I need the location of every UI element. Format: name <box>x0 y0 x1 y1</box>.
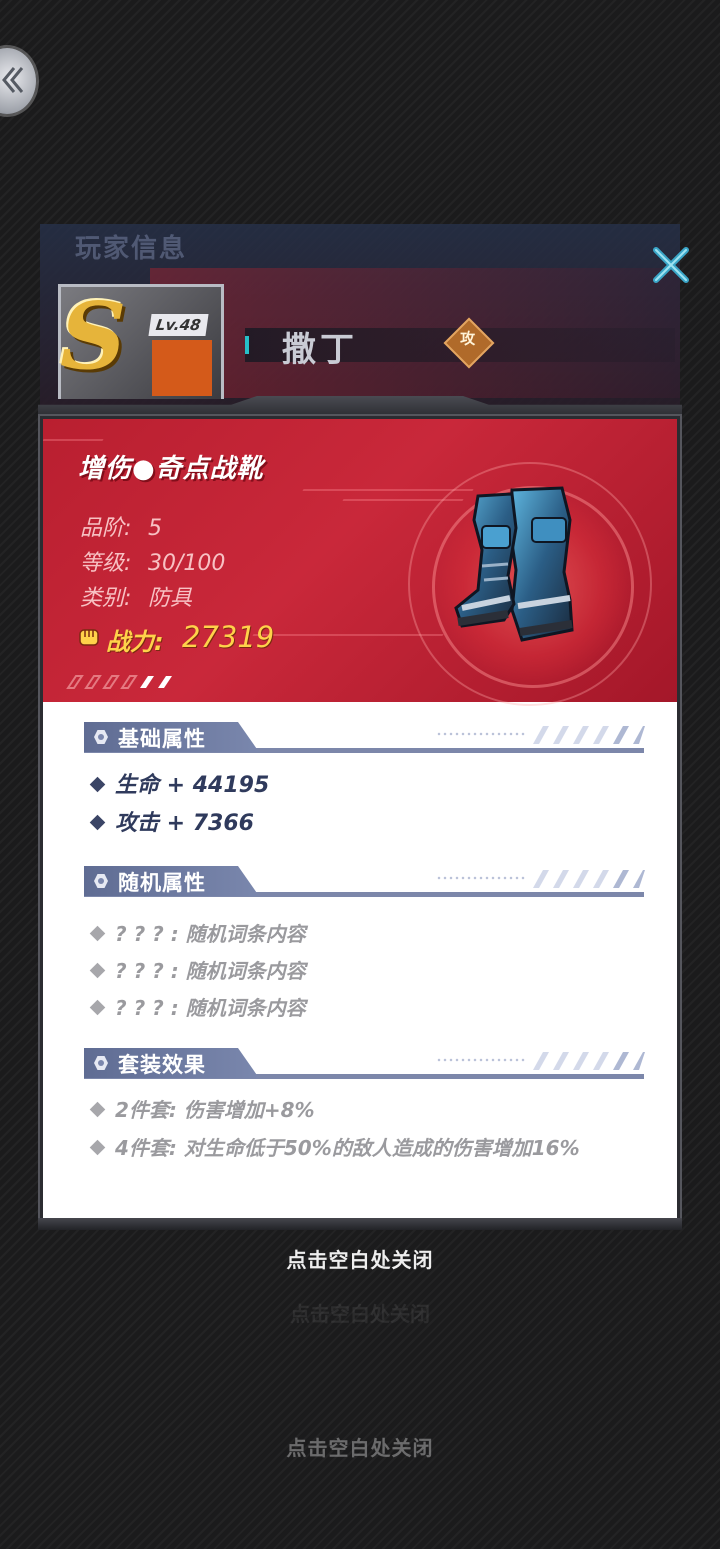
attribute-item: ? ? ? : 随机词条内容 <box>89 918 306 947</box>
hero-portrait-accent <box>152 340 212 396</box>
power-value: 27319 <box>182 620 275 654</box>
hero-rank-badge: S <box>60 282 127 390</box>
attribute-item: 生命 + 44195 <box>89 767 269 799</box>
player-info-title: 玩家信息 <box>75 234 188 264</box>
close-hint[interactable]: 点击空白处关闭 <box>0 1244 720 1273</box>
hero-class-label: 攻 <box>460 329 476 348</box>
close-hint-background: 点击空白处关闭 <box>286 1436 434 1460</box>
power-label: 战力: <box>106 628 164 656</box>
set-effect-item: 2件套: 伤害增加+8% <box>89 1094 315 1123</box>
section-header-base: 基础属性 <box>84 722 645 756</box>
double-chevron-icon <box>2 67 24 93</box>
decorative-slashes <box>533 870 645 888</box>
fist-icon <box>79 629 99 646</box>
decorative-slashes <box>533 726 645 744</box>
section-title: 随机属性 <box>118 871 206 895</box>
item-name: 增伤●奇点战靴 <box>78 454 264 484</box>
stat-category: 类别: 防具 <box>80 586 193 611</box>
set-effect-item: 4件套: 对生命低于50%的敌人造成的伤害增加16% <box>89 1132 580 1161</box>
section-header-set: 套装效果 <box>84 1048 645 1082</box>
hero-name: 撒丁 <box>282 330 358 370</box>
stat-level: 等级: 30/100 <box>80 551 226 576</box>
diamond-icon <box>89 962 106 979</box>
decorative-slashes <box>66 675 172 689</box>
back-button[interactable] <box>0 48 36 114</box>
hero-level-badge: Lv.48 <box>148 314 209 336</box>
close-icon[interactable] <box>650 244 692 286</box>
section-title: 基础属性 <box>118 727 206 751</box>
diamond-icon <box>89 925 106 942</box>
attribute-item: 攻击 + 7366 <box>89 805 254 837</box>
close-hint-ghost: 点击空白处关闭 <box>290 1302 430 1326</box>
decorative-slashes <box>533 1052 645 1070</box>
attribute-item: ? ? ? : 随机词条内容 <box>89 955 306 984</box>
section-header-random: 随机属性 <box>84 866 645 900</box>
boots-icon <box>454 486 574 642</box>
diamond-icon <box>89 1101 106 1118</box>
section-title: 套装效果 <box>118 1053 206 1077</box>
diamond-icon <box>89 776 106 793</box>
popup-frame-bottom <box>38 1218 682 1230</box>
stat-quality: 品阶: 5 <box>80 516 162 541</box>
diamond-icon <box>89 1139 106 1156</box>
attribute-item: ? ? ? : 随机词条内容 <box>89 992 306 1021</box>
diamond-icon <box>89 814 106 831</box>
diamond-icon <box>89 999 106 1016</box>
